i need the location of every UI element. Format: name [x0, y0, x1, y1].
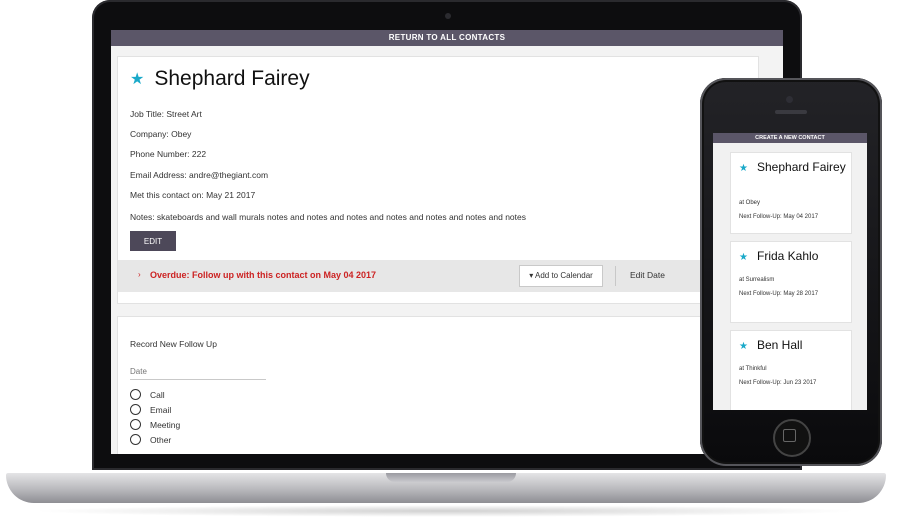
chevron-right-icon: ›: [138, 270, 141, 279]
phone-camera: [786, 96, 793, 103]
contact-title-row: ★ Shephard Fairey: [130, 67, 310, 91]
contact-card[interactable]: ★ Shephard Fairey at Obey Next Follow-Up…: [730, 152, 852, 234]
radio-icon[interactable]: [130, 389, 141, 400]
met-date-field: Met this contact on: May 21 2017: [130, 190, 256, 200]
option-label: Email: [150, 404, 172, 415]
followup-option-call[interactable]: Call: [130, 389, 165, 400]
laptop-notch: [386, 473, 516, 482]
contact-card[interactable]: ★ Ben Hall at Thinkful Next Follow-Up: J…: [730, 330, 852, 410]
overdue-message: Overdue: Follow up with this contact on …: [150, 270, 377, 280]
phone-speaker: [775, 110, 807, 114]
add-to-calendar-button[interactable]: ▾ Add to Calendar: [519, 265, 603, 287]
option-label: Meeting: [150, 419, 181, 430]
home-button-icon: [783, 429, 796, 442]
contact-card-company: at Thinkful: [739, 366, 767, 372]
star-icon[interactable]: ★: [739, 163, 748, 174]
record-followup-card: Record New Follow Up Call Email Meeting …: [117, 316, 759, 454]
create-contact-link[interactable]: CREATE A NEW CONTACT: [713, 133, 867, 143]
company-field: Company: Obey: [130, 129, 192, 139]
divider: [615, 266, 616, 286]
contact-name: Shephard Fairey: [154, 67, 310, 90]
overdue-bar: › Overdue: Follow up with this contact o…: [118, 260, 758, 292]
record-followup-heading: Record New Follow Up: [130, 339, 217, 349]
notes-field: Notes: skateboards and wall murals notes…: [130, 212, 526, 222]
star-icon[interactable]: ★: [130, 69, 144, 89]
laptop-screen: RETURN TO ALL CONTACTS ★ Shephard Fairey…: [111, 30, 783, 454]
star-icon[interactable]: ★: [739, 252, 748, 263]
star-icon[interactable]: ★: [739, 341, 748, 352]
contact-card-name: Shephard Fairey: [757, 160, 846, 174]
contact-card-name: Frida Kahlo: [757, 249, 819, 263]
email-field: Email Address: andre@thegiant.com: [130, 170, 269, 180]
contact-card-company: at Surrealism: [739, 277, 775, 283]
followup-option-email[interactable]: Email: [130, 404, 171, 415]
job-title-field: Job Title: Street Art: [130, 109, 202, 119]
phone-field: Phone Number: 222: [130, 149, 207, 159]
edit-date-link[interactable]: Edit Date: [630, 270, 665, 280]
laptop-shadow: [30, 505, 860, 517]
radio-icon[interactable]: [130, 434, 141, 445]
edit-button[interactable]: EDIT: [130, 231, 176, 251]
contact-card[interactable]: ★ Frida Kahlo at Surrealism Next Follow-…: [730, 241, 852, 323]
contact-card-next-followup: Next Follow-Up: May 28 2017: [739, 291, 819, 297]
phone-screen: CREATE A NEW CONTACT ★ Shephard Fairey a…: [713, 133, 867, 410]
contact-card-company: at Obey: [739, 200, 761, 206]
contact-card-next-followup: Next Follow-Up: Jun 23 2017: [739, 380, 817, 386]
contact-card-name: Ben Hall: [757, 338, 803, 352]
followup-option-meeting[interactable]: Meeting: [130, 419, 180, 430]
laptop-camera: [445, 13, 451, 19]
option-label: Call: [150, 389, 165, 400]
return-to-contacts-link[interactable]: RETURN TO ALL CONTACTS: [111, 30, 783, 46]
radio-icon[interactable]: [130, 419, 141, 430]
contact-card-next-followup: Next Follow-Up: May 04 2017: [739, 214, 819, 220]
radio-icon[interactable]: [130, 404, 141, 415]
date-input[interactable]: [130, 363, 266, 380]
contact-detail-card: ★ Shephard Fairey Job Title: Street Art …: [117, 56, 759, 304]
followup-option-other[interactable]: Other: [130, 434, 171, 445]
option-label: Other: [150, 434, 172, 445]
